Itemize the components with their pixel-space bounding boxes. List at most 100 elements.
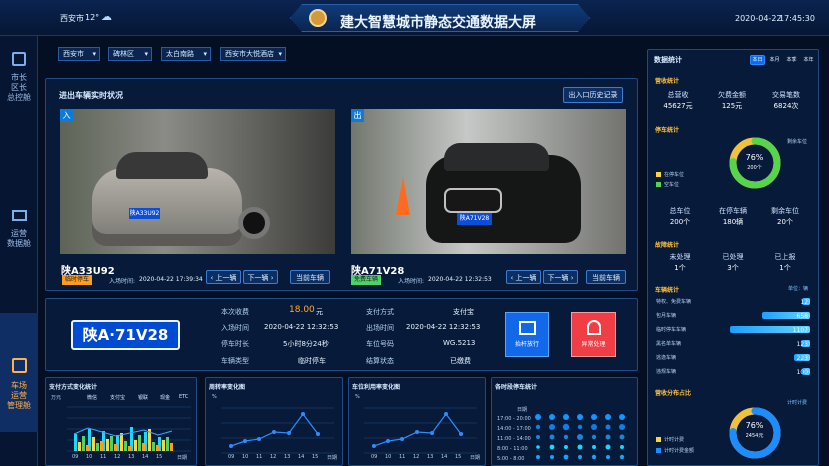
parking-donut-percent: 76%	[745, 153, 764, 162]
detail-label-settlement: 结算状态	[366, 357, 394, 365]
road-dropdown-label: 太白南路	[166, 50, 194, 58]
nav-label-line: 数据舱	[7, 239, 31, 248]
statistics-title: 数据统计	[654, 56, 682, 64]
revenue-total-value: 45627元	[663, 102, 693, 110]
lot-dropdown[interactable]: 西安市大悦酒店 ▾	[220, 47, 286, 61]
turnover-x-10: 10	[242, 454, 249, 460]
parking-donut	[729, 137, 781, 189]
vehicle-value: 1107	[792, 327, 808, 334]
utilization-x-13: 13	[427, 454, 434, 460]
nav-label-line: 市长	[11, 73, 27, 82]
payment-x-11: 11	[100, 454, 107, 460]
turnover-x-13: 13	[284, 454, 291, 460]
timeslot-row-5: 5:00 - 8:00	[497, 456, 525, 462]
revenue-transactions-value: 6824次	[773, 102, 799, 110]
header-time: 17:45:30	[779, 14, 815, 23]
parking-occupied-value: 180辆	[722, 218, 744, 226]
nav-label-line: 运营	[11, 229, 27, 238]
detail-value-vehicle-type: 临时停车	[298, 357, 326, 365]
chevron-down-icon: ▾	[203, 50, 207, 58]
plate-display[interactable]: 陕A·71V28	[71, 320, 180, 350]
income-legend-2: 计时计费金额	[664, 448, 695, 454]
vehicle-status-title: 进出车辆实时状况	[59, 91, 123, 100]
parking-legend-empty: 空车位	[664, 182, 680, 188]
traffic-cone	[396, 177, 410, 215]
revenue-arrears-value: 125元	[721, 102, 743, 110]
income-section-title: 营收分布占比	[655, 390, 692, 397]
utilization-x-10: 10	[385, 454, 392, 460]
chevron-down-icon: ▾	[278, 50, 282, 58]
exit-car-grille	[444, 188, 502, 213]
parking-icon	[11, 358, 27, 373]
release-button[interactable]: 抬杆放行	[505, 312, 549, 357]
detail-label-duration: 停车时长	[221, 340, 249, 348]
parking-section-title: 停车统计	[655, 127, 680, 134]
exit-car-window	[444, 143, 549, 171]
entry-right-wheel	[238, 207, 270, 239]
fault-reported-label: 已上报	[774, 253, 796, 261]
revenue-transactions-label: 交易笔数	[772, 91, 800, 99]
income-donut-amount: 2454元	[745, 433, 764, 439]
nav-operation-data[interactable]: 运营 数据舱	[0, 206, 38, 276]
vehicle-label: 包月车辆	[656, 313, 677, 319]
utilization-chart-title: 车位利用率变化图	[352, 384, 401, 391]
tab-day[interactable]: 本日	[750, 55, 765, 65]
turnover-x-date: 日期	[327, 455, 338, 461]
vehicle-value: 123	[796, 341, 808, 348]
entry-prev-button[interactable]: ‹ 上一辆	[206, 270, 241, 284]
detail-label-space: 车位号码	[366, 340, 394, 348]
parking-legend-occupied-swatch	[656, 172, 661, 177]
monitor-chart-icon	[11, 210, 27, 221]
nav-label-line: 车场	[11, 381, 27, 390]
nav-mayor-control[interactable]: 市长 区长 总控舱	[0, 50, 38, 140]
entry-badge: 入	[60, 109, 73, 122]
timeslot-dot-chart	[535, 414, 625, 460]
left-nav: 市长 区长 总控舱 运营 数据舱 车场 运营 管理舱	[0, 36, 38, 466]
payment-chart-panel: 支付方式变化统计 万元 微信 支付宝 银联 现金 ETC 09 10 11 12 13 1…	[45, 377, 197, 466]
payment-x-15: 15	[156, 454, 163, 460]
turnover-x-09: 09	[228, 454, 235, 460]
entry-next-button[interactable]: 下一辆 ›	[243, 270, 278, 284]
tab-quarter[interactable]: 本季	[784, 55, 799, 65]
exit-prev-button[interactable]: ‹ 上一辆	[506, 270, 541, 284]
detail-value-fee: 18.00	[289, 305, 315, 315]
transaction-detail-panel: 陕A·71V28 本次收费 18.00 元 入场时间 2020-04-22 12…	[45, 298, 638, 371]
turnover-chart-title: 周转率变化图	[209, 384, 246, 391]
vehicle-label: 特权、免费车辆	[656, 299, 692, 305]
remaining-space-annotation: 剩余车位	[787, 139, 808, 145]
exit-current-button[interactable]: 当前车辆	[586, 270, 626, 284]
barrier-icon	[518, 321, 536, 335]
vehicle-unit: 单位：辆	[788, 286, 809, 292]
district-dropdown[interactable]: 碑林区 ▾	[108, 47, 152, 61]
nav-parking-management[interactable]: 车场 运营 管理舱	[0, 313, 38, 432]
entry-camera-image: 入 陕A33U92	[60, 109, 335, 254]
header-date: 2020-04-22	[735, 14, 782, 23]
tab-month[interactable]: 本月	[767, 55, 782, 65]
tab-year[interactable]: 本年	[801, 55, 816, 65]
parking-remaining-label: 剩余车位	[771, 207, 799, 215]
turnover-x-11: 11	[256, 454, 263, 460]
payment-x-09: 09	[72, 454, 79, 460]
vehicle-section-title: 车辆统计	[655, 287, 680, 294]
exception-button[interactable]: 异常处理	[571, 312, 616, 357]
income-top-legend: 计时计费	[787, 400, 808, 406]
city-dropdown[interactable]: 西安市 ▾	[58, 47, 100, 61]
road-dropdown[interactable]: 太白南路 ▾	[161, 47, 211, 61]
entry-car-window	[116, 152, 208, 179]
fault-reported-value: 1个	[779, 264, 791, 272]
chevron-down-icon: ▾	[92, 50, 96, 58]
vehicle-label: 逃逸车辆	[656, 355, 677, 361]
detail-value-settlement: 已缴费	[450, 357, 471, 365]
fault-unprocessed-label: 未处理	[669, 253, 691, 261]
entry-current-button[interactable]: 当前车辆	[290, 270, 330, 284]
detail-label-entry-time: 入场时间	[221, 324, 249, 332]
nav-label-line: 区长	[11, 83, 27, 92]
statistics-panel: 数据统计 本日 本月 本季 本年 营收统计 总营收 欠费金额 交易笔数 4562…	[647, 49, 819, 466]
parking-total-value: 200个	[669, 218, 691, 226]
history-button[interactable]: 出入口历史记录	[563, 87, 623, 103]
detail-label-exit-time: 出场时间	[366, 324, 394, 332]
chevron-down-icon: ▾	[144, 50, 148, 58]
exit-next-button[interactable]: 下一辆 ›	[543, 270, 578, 284]
fault-section-title: 故障统计	[655, 242, 680, 249]
revenue-section-title: 营收统计	[655, 78, 680, 85]
